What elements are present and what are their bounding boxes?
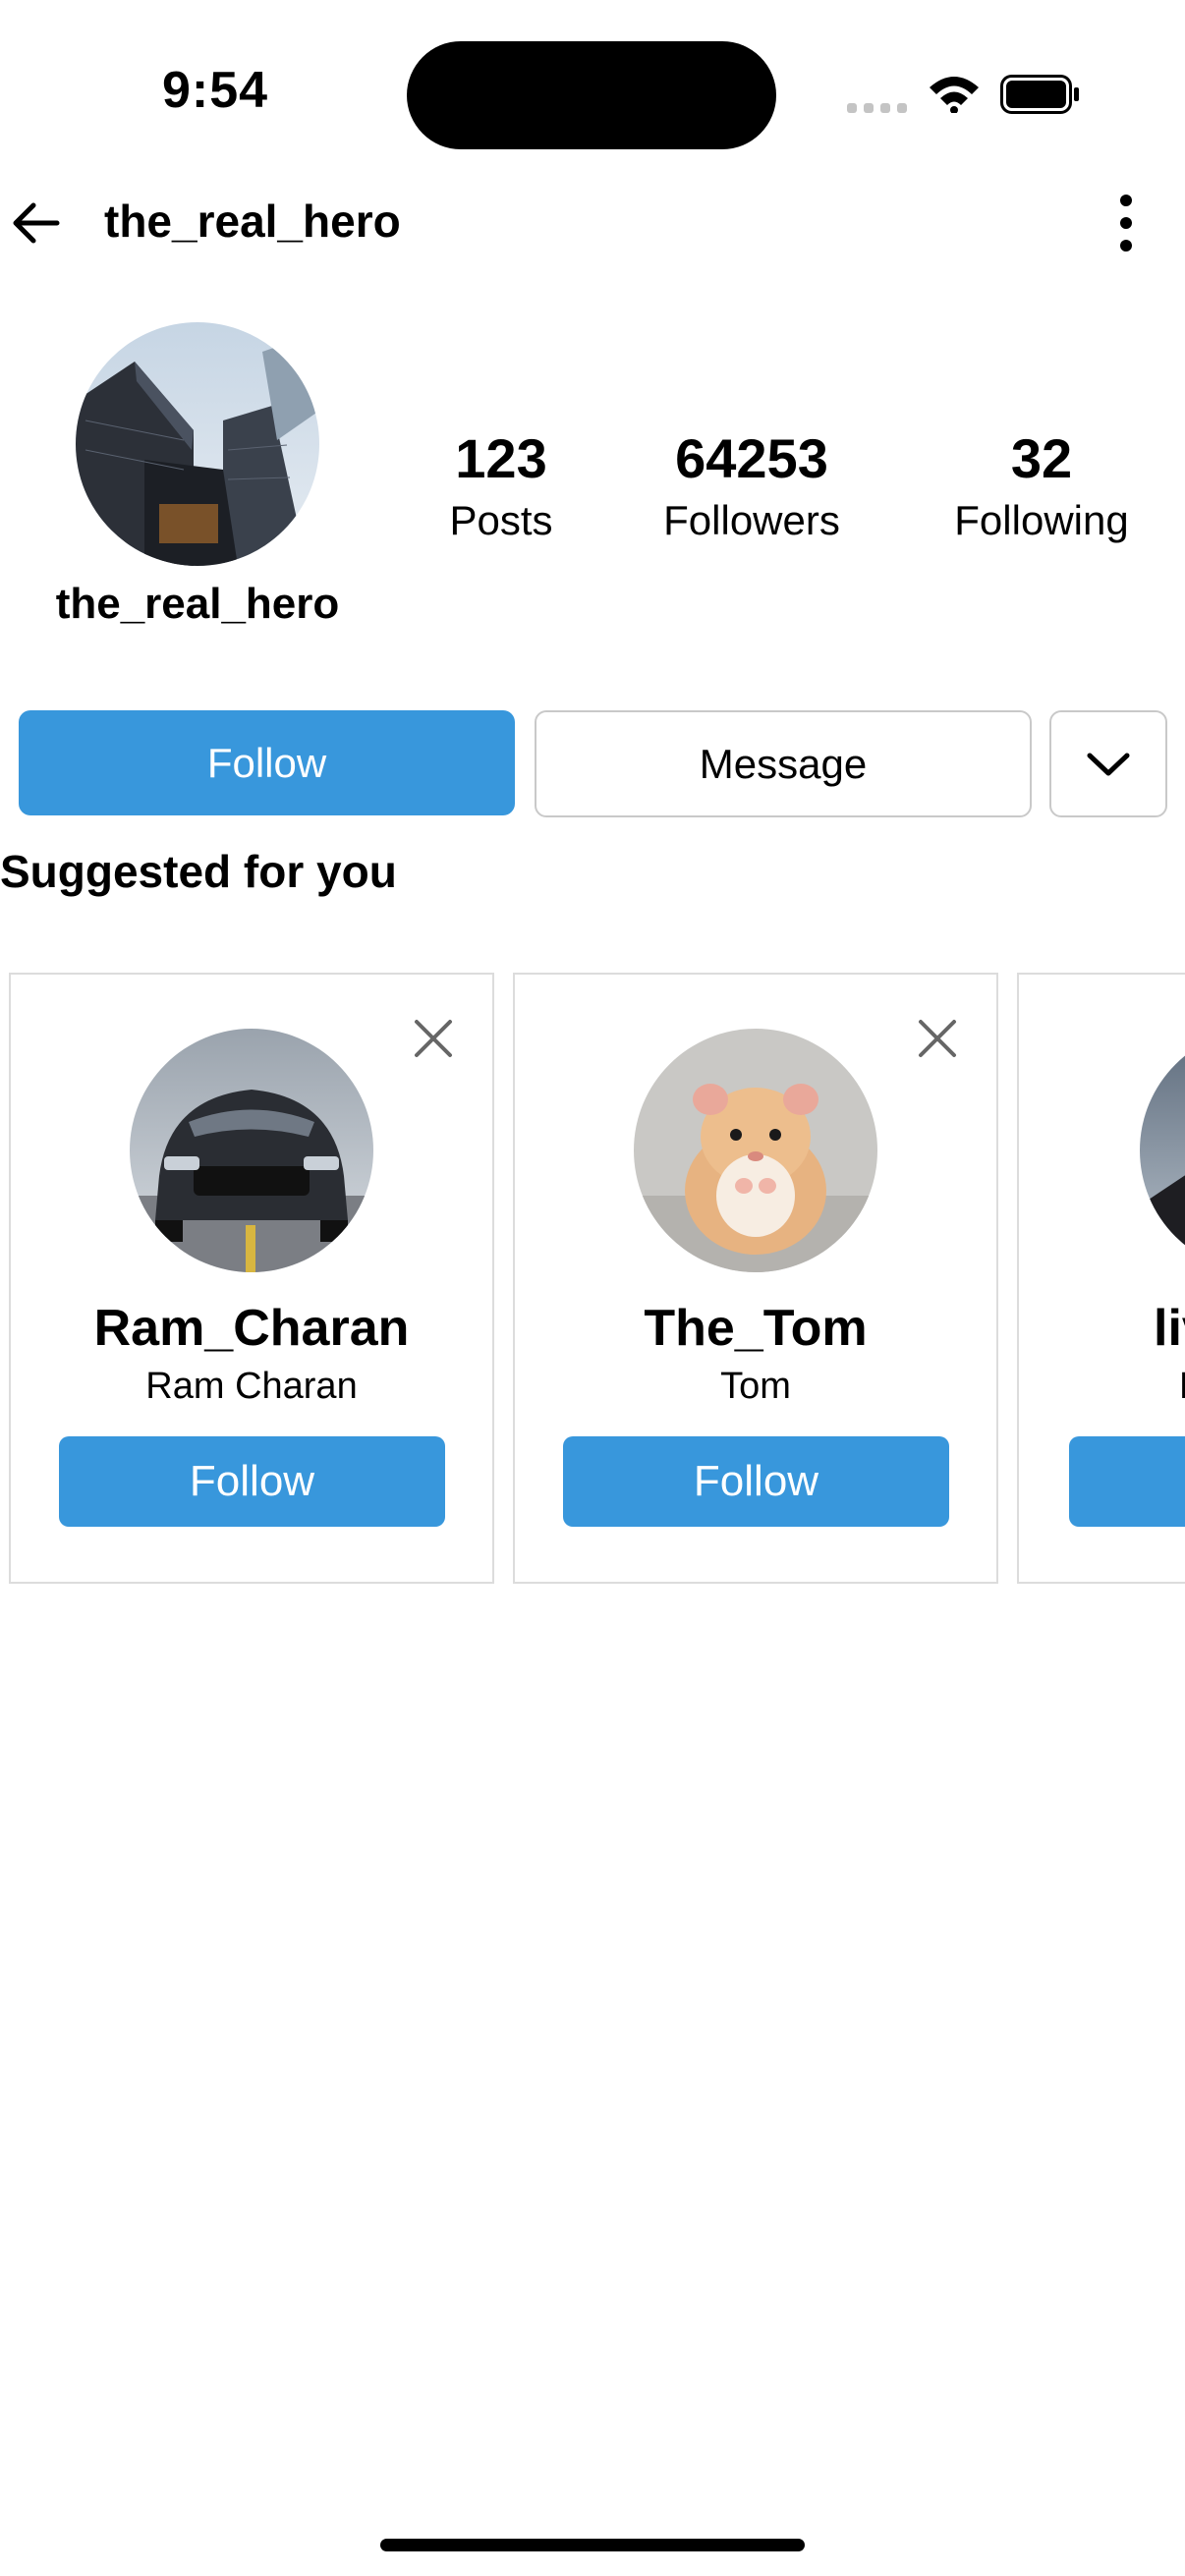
wifi-icon — [930, 77, 979, 113]
stat-following[interactable]: 32 Following — [924, 424, 1159, 548]
profile-avatar[interactable] — [76, 322, 319, 566]
suggestion-follow-button[interactable]: Follow — [563, 1436, 949, 1527]
suggestion-username: The_Tom — [644, 1300, 868, 1357]
suggestions-title: Suggested for you — [0, 846, 397, 897]
suggestion-card: The_Tom Tom Follow — [513, 973, 998, 1584]
suggestion-avatar[interactable] — [634, 1029, 877, 1272]
back-arrow-icon[interactable] — [6, 194, 67, 252]
stat-followers[interactable]: 64253 Followers — [629, 424, 875, 548]
chevron-down-icon — [1087, 753, 1130, 775]
suggestion-card: liv L — [1017, 973, 1185, 1584]
suggestion-avatar[interactable] — [130, 1029, 373, 1272]
header-title: the_real_hero — [104, 196, 401, 247]
profile-name: the_real_hero — [55, 580, 340, 628]
stat-followers-value: 64253 — [675, 427, 828, 489]
battery-icon — [1000, 75, 1079, 114]
suggestion-card: Ram_Charan Ram Charan Follow — [9, 973, 494, 1584]
suggestion-follow-button[interactable]: Follow — [59, 1436, 445, 1527]
stat-posts-label: Posts — [449, 497, 553, 543]
suggestions-toggle-button[interactable] — [1049, 710, 1167, 817]
status-time: 9:54 — [162, 62, 269, 119]
follow-button[interactable]: Follow — [19, 710, 515, 815]
message-button[interactable]: Message — [535, 710, 1032, 817]
suggestion-full-name: L — [1019, 1366, 1185, 1408]
suggestion-avatar[interactable] — [1140, 1029, 1185, 1272]
close-icon[interactable] — [409, 1014, 458, 1063]
suggestion-follow-button[interactable] — [1069, 1436, 1185, 1527]
stat-following-value: 32 — [1010, 427, 1073, 489]
suggestion-full-name: Ram Charan — [145, 1366, 358, 1407]
more-vertical-icon[interactable] — [1100, 191, 1152, 255]
suggestion-username: liv — [1154, 1300, 1185, 1357]
stat-posts-value: 123 — [455, 427, 547, 489]
stat-followers-label: Followers — [663, 497, 840, 543]
close-icon[interactable] — [913, 1014, 962, 1063]
suggestion-username: Ram_Charan — [93, 1300, 410, 1357]
signal-icon — [847, 103, 907, 113]
dynamic-island — [407, 41, 776, 149]
stat-posts[interactable]: 123 Posts — [413, 424, 590, 548]
home-indicator — [380, 2539, 805, 2551]
suggestion-full-name: Tom — [720, 1366, 791, 1407]
stat-following-label: Following — [954, 497, 1129, 543]
